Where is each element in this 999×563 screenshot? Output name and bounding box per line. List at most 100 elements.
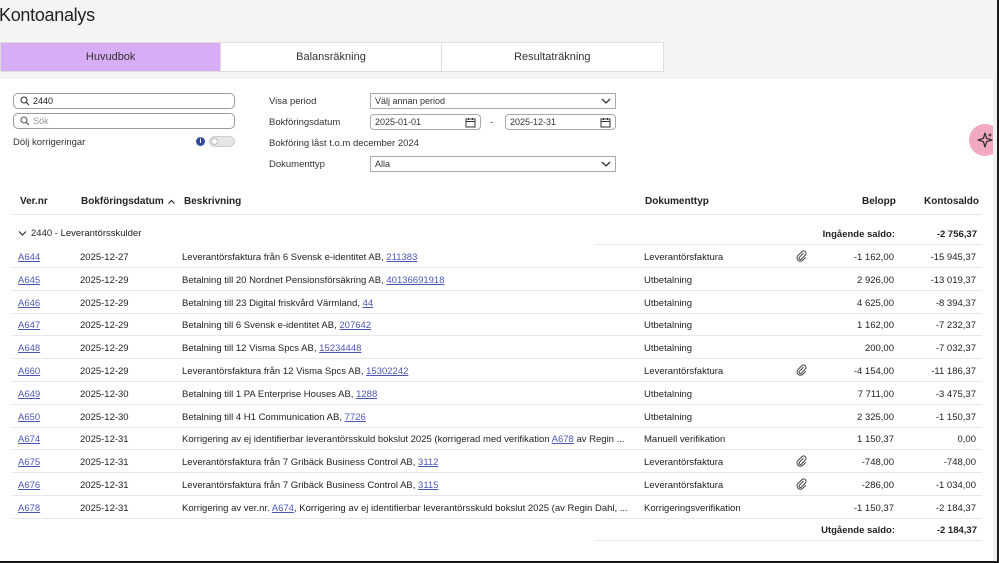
paperclip-icon[interactable]: [796, 455, 807, 470]
col-header-amount[interactable]: Belopp: [862, 196, 896, 207]
voucher-link[interactable]: A676: [18, 480, 40, 491]
info-icon[interactable]: i: [196, 137, 205, 146]
table-row[interactable]: A647 2025-12-29 Betalning till 6 Svensk e-…: [12, 313, 982, 337]
row-description-text: Betalning till 4 H1 Communication AB,: [182, 411, 345, 423]
row-balance: -8 394,37: [935, 297, 976, 309]
account-search-field[interactable]: [33, 96, 193, 106]
table-row[interactable]: A678 2025-12-31 Korrigering av ver.nr. A67…: [12, 496, 982, 519]
row-doctype: Utbetalning: [644, 274, 693, 286]
table-row[interactable]: A650 2025-12-30 Betalning till 4 H1 Commun…: [12, 405, 982, 428]
date-from-input[interactable]: 2025-01-01: [370, 114, 481, 130]
tab-resultatrakning[interactable]: Resultaträkning: [442, 43, 663, 71]
voucher-link[interactable]: A645: [18, 275, 40, 286]
table-row[interactable]: A675 2025-12-31 Leverantörsfaktura från 7 …: [12, 450, 982, 474]
table-row[interactable]: A646 2025-12-29 Betalning till 23 Digital …: [12, 291, 982, 314]
row-description-link[interactable]: 40136691918: [386, 275, 444, 286]
row-doctype: Utbetalning: [644, 388, 693, 400]
search-input[interactable]: [13, 113, 235, 129]
row-description-link[interactable]: 44: [363, 298, 374, 309]
row-description-link[interactable]: 3112: [418, 457, 438, 468]
row-description-link[interactable]: 207642: [339, 320, 371, 331]
opening-balance-value: -2 756,37: [936, 229, 977, 240]
table-row[interactable]: A648 2025-12-29 Betalning till 12 Visma Sp…: [12, 336, 982, 360]
tab-balansrakning[interactable]: Balansräkning: [221, 43, 442, 71]
scrollbar[interactable]: [993, 79, 997, 561]
row-description-link[interactable]: 3115: [418, 480, 438, 491]
chevron-down-icon: [18, 231, 27, 236]
row-description-link[interactable]: A674: [272, 503, 294, 514]
voucher-link[interactable]: A660: [18, 366, 40, 377]
row-amount: 7 711,00: [857, 388, 894, 400]
row-date: 2025-12-30: [80, 411, 129, 423]
paperclip-icon[interactable]: [796, 478, 807, 493]
header-divider: [12, 214, 982, 215]
row-doctype: Korrigeringsverifikation: [644, 502, 741, 514]
voucher-link[interactable]: A674: [18, 434, 40, 445]
calendar-icon[interactable]: [465, 117, 476, 128]
table-row[interactable]: A645 2025-12-29 Betalning till 20 Nordnet …: [12, 268, 982, 291]
row-date: 2025-12-31: [80, 480, 129, 491]
table-row[interactable]: A674 2025-12-31 Korrigering av ej identifi…: [12, 427, 982, 451]
doctype-select[interactable]: Alla: [370, 156, 616, 172]
row-balance: -7 232,37: [935, 320, 976, 332]
row-date: 2025-12-29: [80, 297, 129, 309]
paperclip-icon[interactable]: [796, 364, 807, 379]
voucher-link[interactable]: A650: [18, 412, 40, 423]
row-doctype: Leverantörsfaktura: [644, 366, 724, 377]
row-balance: -15 945,37: [930, 252, 976, 263]
row-description-tail: av Regin ...: [573, 434, 625, 446]
date-to-input[interactable]: 2025-12-31: [505, 114, 616, 130]
row-description-link[interactable]: 7726: [345, 412, 366, 423]
row-description-text: Betalning till 23 Digital friskvård Värm…: [182, 297, 363, 309]
row-balance: 0,00: [957, 434, 977, 446]
col-header-balance[interactable]: Kontosaldo: [924, 196, 979, 207]
row-description: Korrigering av ej identifierbar leverant…: [182, 434, 632, 445]
hide-corrections-toggle[interactable]: [209, 136, 235, 147]
table-row[interactable]: A644 2025-12-27 Leverantörsfaktura från 6 …: [12, 245, 982, 268]
row-date: 2025-12-31: [80, 434, 129, 446]
row-description-link[interactable]: 1288: [356, 389, 377, 400]
row-description-link[interactable]: 15234448: [319, 343, 361, 354]
row-amount: -286,00: [861, 480, 894, 491]
chevron-down-icon: [601, 161, 611, 167]
paperclip-icon[interactable]: [796, 250, 807, 265]
row-date: 2025-12-31: [80, 457, 129, 469]
account-group-label: 2440 - Leverantörsskulder: [31, 228, 142, 239]
period-select[interactable]: Välj annan period: [370, 93, 616, 109]
table-row[interactable]: A676 2025-12-31 Leverantörsfaktura från 7 …: [12, 473, 982, 496]
voucher-link[interactable]: A646: [18, 298, 40, 309]
closing-balance-value: -2 184,37: [936, 525, 977, 536]
search-field[interactable]: [33, 116, 193, 126]
col-header-type[interactable]: Dokumenttyp: [645, 196, 709, 207]
row-doctype: Utbetalning: [644, 297, 693, 309]
row-doctype: Utbetalning: [644, 411, 693, 423]
account-search-input[interactable]: [13, 93, 235, 109]
toggle-knob: [211, 138, 218, 145]
table-row[interactable]: A649 2025-12-30 Betalning till 1 PA Enterp…: [12, 382, 982, 405]
voucher-link[interactable]: A678: [18, 503, 40, 514]
voucher-link[interactable]: A675: [18, 457, 40, 468]
doctype-label: Dokumenttyp: [269, 159, 325, 170]
row-description: Leverantörsfaktura från 6 Svensk e-ident…: [182, 252, 632, 263]
account-group-toggle[interactable]: 2440 - Leverantörsskulder: [18, 228, 141, 239]
voucher-link[interactable]: A644: [18, 252, 40, 263]
row-date: 2025-12-29: [80, 343, 129, 355]
tab-huvudbok[interactable]: Huvudbok: [1, 43, 222, 71]
table-row[interactable]: A660 2025-12-29 Leverantörsfaktura från 12…: [12, 359, 982, 382]
voucher-link[interactable]: A647: [18, 320, 40, 331]
voucher-link[interactable]: A648: [18, 343, 40, 354]
search-icon: [20, 116, 30, 126]
col-header-desc[interactable]: Beskrivning: [184, 196, 241, 207]
col-header-date[interactable]: Bokföringsdatum: [81, 196, 176, 207]
row-description-link[interactable]: A678: [552, 434, 574, 445]
row-amount: -748,00: [861, 457, 894, 469]
row-date: 2025-12-30: [80, 388, 129, 400]
col-header-ver[interactable]: Ver.nr: [20, 196, 48, 207]
calendar-icon[interactable]: [600, 117, 611, 128]
voucher-link[interactable]: A649: [18, 389, 40, 400]
row-doctype: Utbetalning: [644, 343, 693, 355]
row-balance: -748,00: [943, 457, 976, 469]
row-description-link[interactable]: 15302242: [366, 366, 408, 377]
period-select-value: Välj annan period: [375, 96, 446, 106]
row-description-link[interactable]: 211383: [386, 252, 417, 263]
